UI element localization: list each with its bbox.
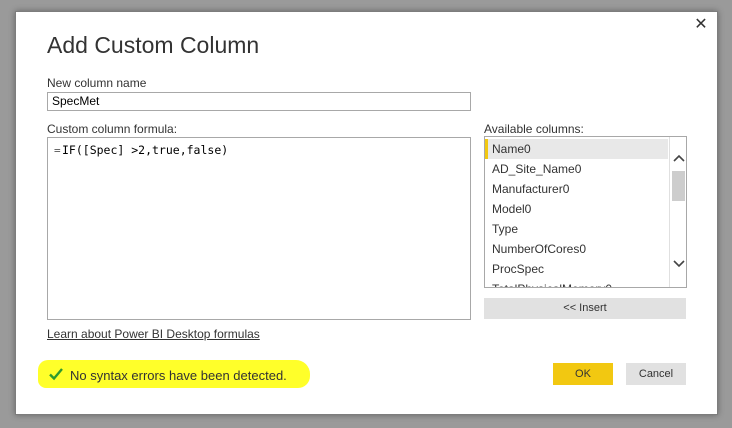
custom-formula-label: Custom column formula: bbox=[47, 122, 178, 136]
dialog-title: Add Custom Column bbox=[47, 32, 260, 58]
custom-formula-editor[interactable]: = IF([Spec] >2,true,false) bbox=[47, 137, 471, 320]
checkmark-icon bbox=[49, 368, 63, 381]
column-item-model0[interactable]: Model0 bbox=[485, 199, 668, 219]
insert-column-button[interactable]: << Insert bbox=[484, 298, 686, 319]
formula-text[interactable]: IF([Spec] >2,true,false) bbox=[62, 143, 228, 157]
column-item-type[interactable]: Type bbox=[485, 219, 668, 239]
column-item-name0[interactable]: Name0 bbox=[485, 139, 668, 159]
column-item-numberofcores0[interactable]: NumberOfCores0 bbox=[485, 239, 668, 259]
scrollbar-thumb[interactable] bbox=[672, 171, 685, 201]
scroll-up-icon[interactable] bbox=[670, 151, 686, 167]
column-item-procspec[interactable]: ProcSpec bbox=[485, 259, 668, 279]
learn-formulas-link[interactable]: Learn about Power BI Desktop formulas bbox=[47, 327, 260, 341]
new-column-name-label: New column name bbox=[47, 76, 147, 90]
formula-equals-sign: = bbox=[54, 144, 61, 157]
columns-scrollbar[interactable] bbox=[669, 137, 686, 287]
available-columns-list[interactable]: Name0 AD_Site_Name0 Manufacturer0 Model0… bbox=[484, 136, 687, 288]
close-icon[interactable]: ✕ bbox=[692, 16, 710, 34]
new-column-name-input[interactable]: SpecMet bbox=[47, 92, 471, 111]
available-columns-label: Available columns: bbox=[484, 122, 584, 136]
columns-list-items: Name0 AD_Site_Name0 Manufacturer0 Model0… bbox=[485, 139, 668, 287]
column-item-manufacturer0[interactable]: Manufacturer0 bbox=[485, 179, 668, 199]
add-custom-column-dialog: ✕ Add Custom Column New column name Spec… bbox=[15, 11, 718, 415]
column-item-ad-site-name0[interactable]: AD_Site_Name0 bbox=[485, 159, 668, 179]
cancel-button[interactable]: Cancel bbox=[626, 363, 686, 385]
scroll-down-icon[interactable] bbox=[670, 257, 686, 273]
ok-button[interactable]: OK bbox=[553, 363, 613, 385]
column-item-totalphysicalmemory0[interactable]: TotalPhysicalMemory0 bbox=[485, 279, 668, 287]
syntax-status-text: No syntax errors have been detected. bbox=[70, 368, 287, 383]
